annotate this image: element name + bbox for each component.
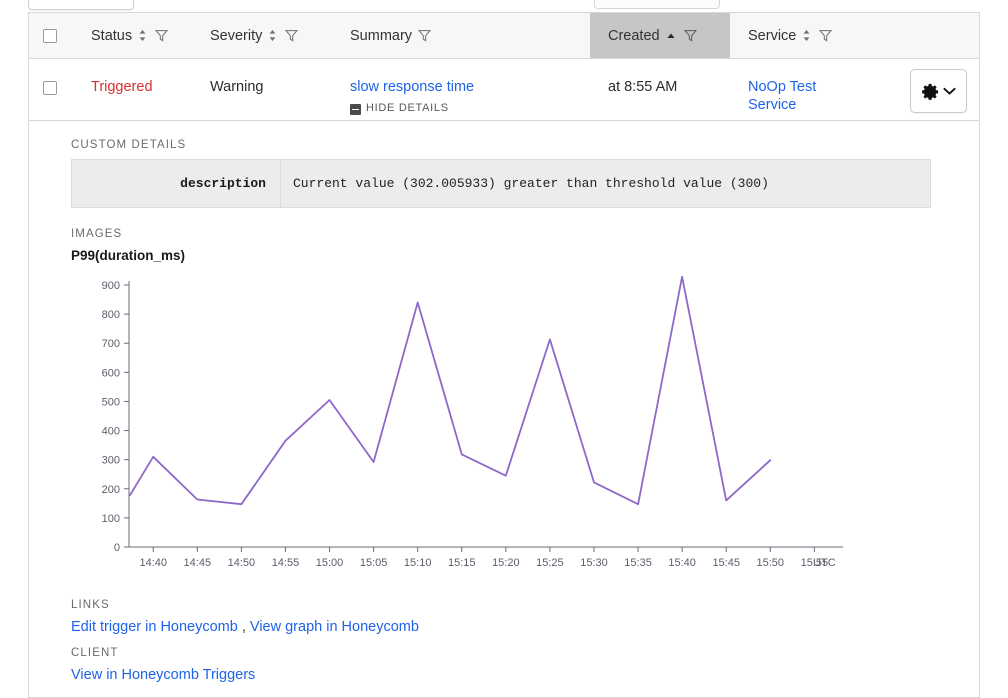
status-badge: Triggered [91,79,153,95]
sort-icon[interactable] [802,29,811,42]
links-label: LINKS [71,599,979,611]
table-row: Triggered Warning slow response time HID… [29,59,979,121]
cell-created: at 8:55 AM [590,59,730,96]
column-header-created[interactable]: Created [590,13,730,58]
duration-line-chart: 0 100 200 300 400 500 600 700 800 900 14:40 14:45 14… [71,269,861,589]
partial-control-top-left[interactable] [28,0,134,10]
gear-icon [922,83,939,100]
column-label-severity: Severity [210,28,262,44]
svg-text:300: 300 [102,455,120,467]
custom-details-label: CUSTOM DETAILS [71,139,979,151]
chart-svg: 0 100 200 300 400 500 600 700 800 900 14:40 14:45 14… [71,269,861,589]
client-label: CLIENT [71,647,979,659]
cell-summary: slow response time HIDE DETAILS [350,59,590,116]
client-link[interactable]: View in Honeycomb Triggers [71,667,255,683]
sort-icon[interactable] [268,29,277,42]
view-graph-link[interactable]: View graph in Honeycomb [250,619,419,635]
severity-value: Warning [210,79,263,95]
created-time: at 8:55 AM [608,79,677,95]
svg-text:15:45: 15:45 [712,557,740,569]
column-header-actions [870,13,979,58]
minus-square-icon [350,104,361,115]
row-select-cell[interactable] [29,59,69,95]
svg-text:15:10: 15:10 [404,557,432,569]
svg-text:900: 900 [102,280,120,292]
svg-text:15:00: 15:00 [316,557,344,569]
table-header-row: Status Severity Summary Created [29,13,979,59]
filter-icon[interactable] [418,29,431,42]
filter-icon[interactable] [285,29,298,42]
svg-text:15:35: 15:35 [624,557,652,569]
column-label-status: Status [91,28,132,44]
sort-icon[interactable] [138,29,147,42]
svg-text:15:25: 15:25 [536,557,564,569]
cell-severity: Warning [210,59,350,96]
service-link[interactable]: NoOp Test Service [748,78,832,114]
client-link-row: View in Honeycomb Triggers [71,667,979,683]
filter-icon[interactable] [684,29,697,42]
svg-text:15:30: 15:30 [580,557,608,569]
svg-text:15:05: 15:05 [360,557,388,569]
row-select-checkbox[interactable] [43,81,57,95]
custom-details-table: description Current value (302.005933) g… [71,159,931,208]
filter-icon[interactable] [819,29,832,42]
svg-text:14:45: 14:45 [184,557,212,569]
cell-service: NoOp Test Service [730,59,870,114]
incidents-table: Status Severity Summary Created [28,12,980,698]
cell-status: Triggered [69,59,210,96]
svg-text:14:40: 14:40 [139,557,167,569]
svg-text:600: 600 [102,367,120,379]
svg-text:UTC: UTC [813,557,836,569]
svg-text:15:50: 15:50 [757,557,785,569]
chevron-down-icon [943,87,956,96]
column-header-summary[interactable]: Summary [350,13,590,58]
column-header-service[interactable]: Service [730,13,870,58]
cell-actions [870,59,979,113]
links-row: Edit trigger in Honeycomb , View graph i… [71,619,979,635]
row-actions-menu-button[interactable] [910,69,967,113]
column-label-summary: Summary [350,28,412,44]
column-label-service: Service [748,28,796,44]
custom-details-key: description [72,160,281,208]
custom-details-value: Current value (302.005933) greater than … [281,160,931,208]
svg-text:15:40: 15:40 [668,557,696,569]
svg-text:500: 500 [102,396,120,408]
svg-text:0: 0 [114,542,120,554]
svg-text:14:55: 14:55 [272,557,300,569]
svg-text:14:50: 14:50 [228,557,256,569]
select-all-header[interactable] [29,13,69,58]
svg-text:800: 800 [102,309,120,321]
svg-text:200: 200 [102,484,120,496]
chart-title: P99(duration_ms) [71,248,979,263]
hide-details-label: HIDE DETAILS [366,102,449,116]
sort-ascending-icon[interactable] [666,32,676,40]
partial-control-top-right[interactable] [594,0,720,9]
filter-icon[interactable] [155,29,168,42]
edit-trigger-link[interactable]: Edit trigger in Honeycomb [71,619,238,635]
hide-details-toggle[interactable]: HIDE DETAILS [350,102,590,116]
select-all-checkbox[interactable] [43,29,57,43]
incident-detail-panel: CUSTOM DETAILS description Current value… [29,121,979,698]
svg-text:15:20: 15:20 [492,557,520,569]
images-label: IMAGES [71,228,979,240]
svg-text:100: 100 [102,513,120,525]
svg-text:400: 400 [102,426,120,438]
svg-text:15:15: 15:15 [448,557,476,569]
links-separator: , [242,619,246,635]
custom-details-row: description Current value (302.005933) g… [72,160,931,208]
svg-text:700: 700 [102,338,120,350]
column-header-status[interactable]: Status [69,13,210,58]
column-header-severity[interactable]: Severity [210,13,350,58]
panel-bottom-spacer [71,683,979,697]
column-label-created: Created [608,28,660,44]
summary-link[interactable]: slow response time [350,78,474,96]
